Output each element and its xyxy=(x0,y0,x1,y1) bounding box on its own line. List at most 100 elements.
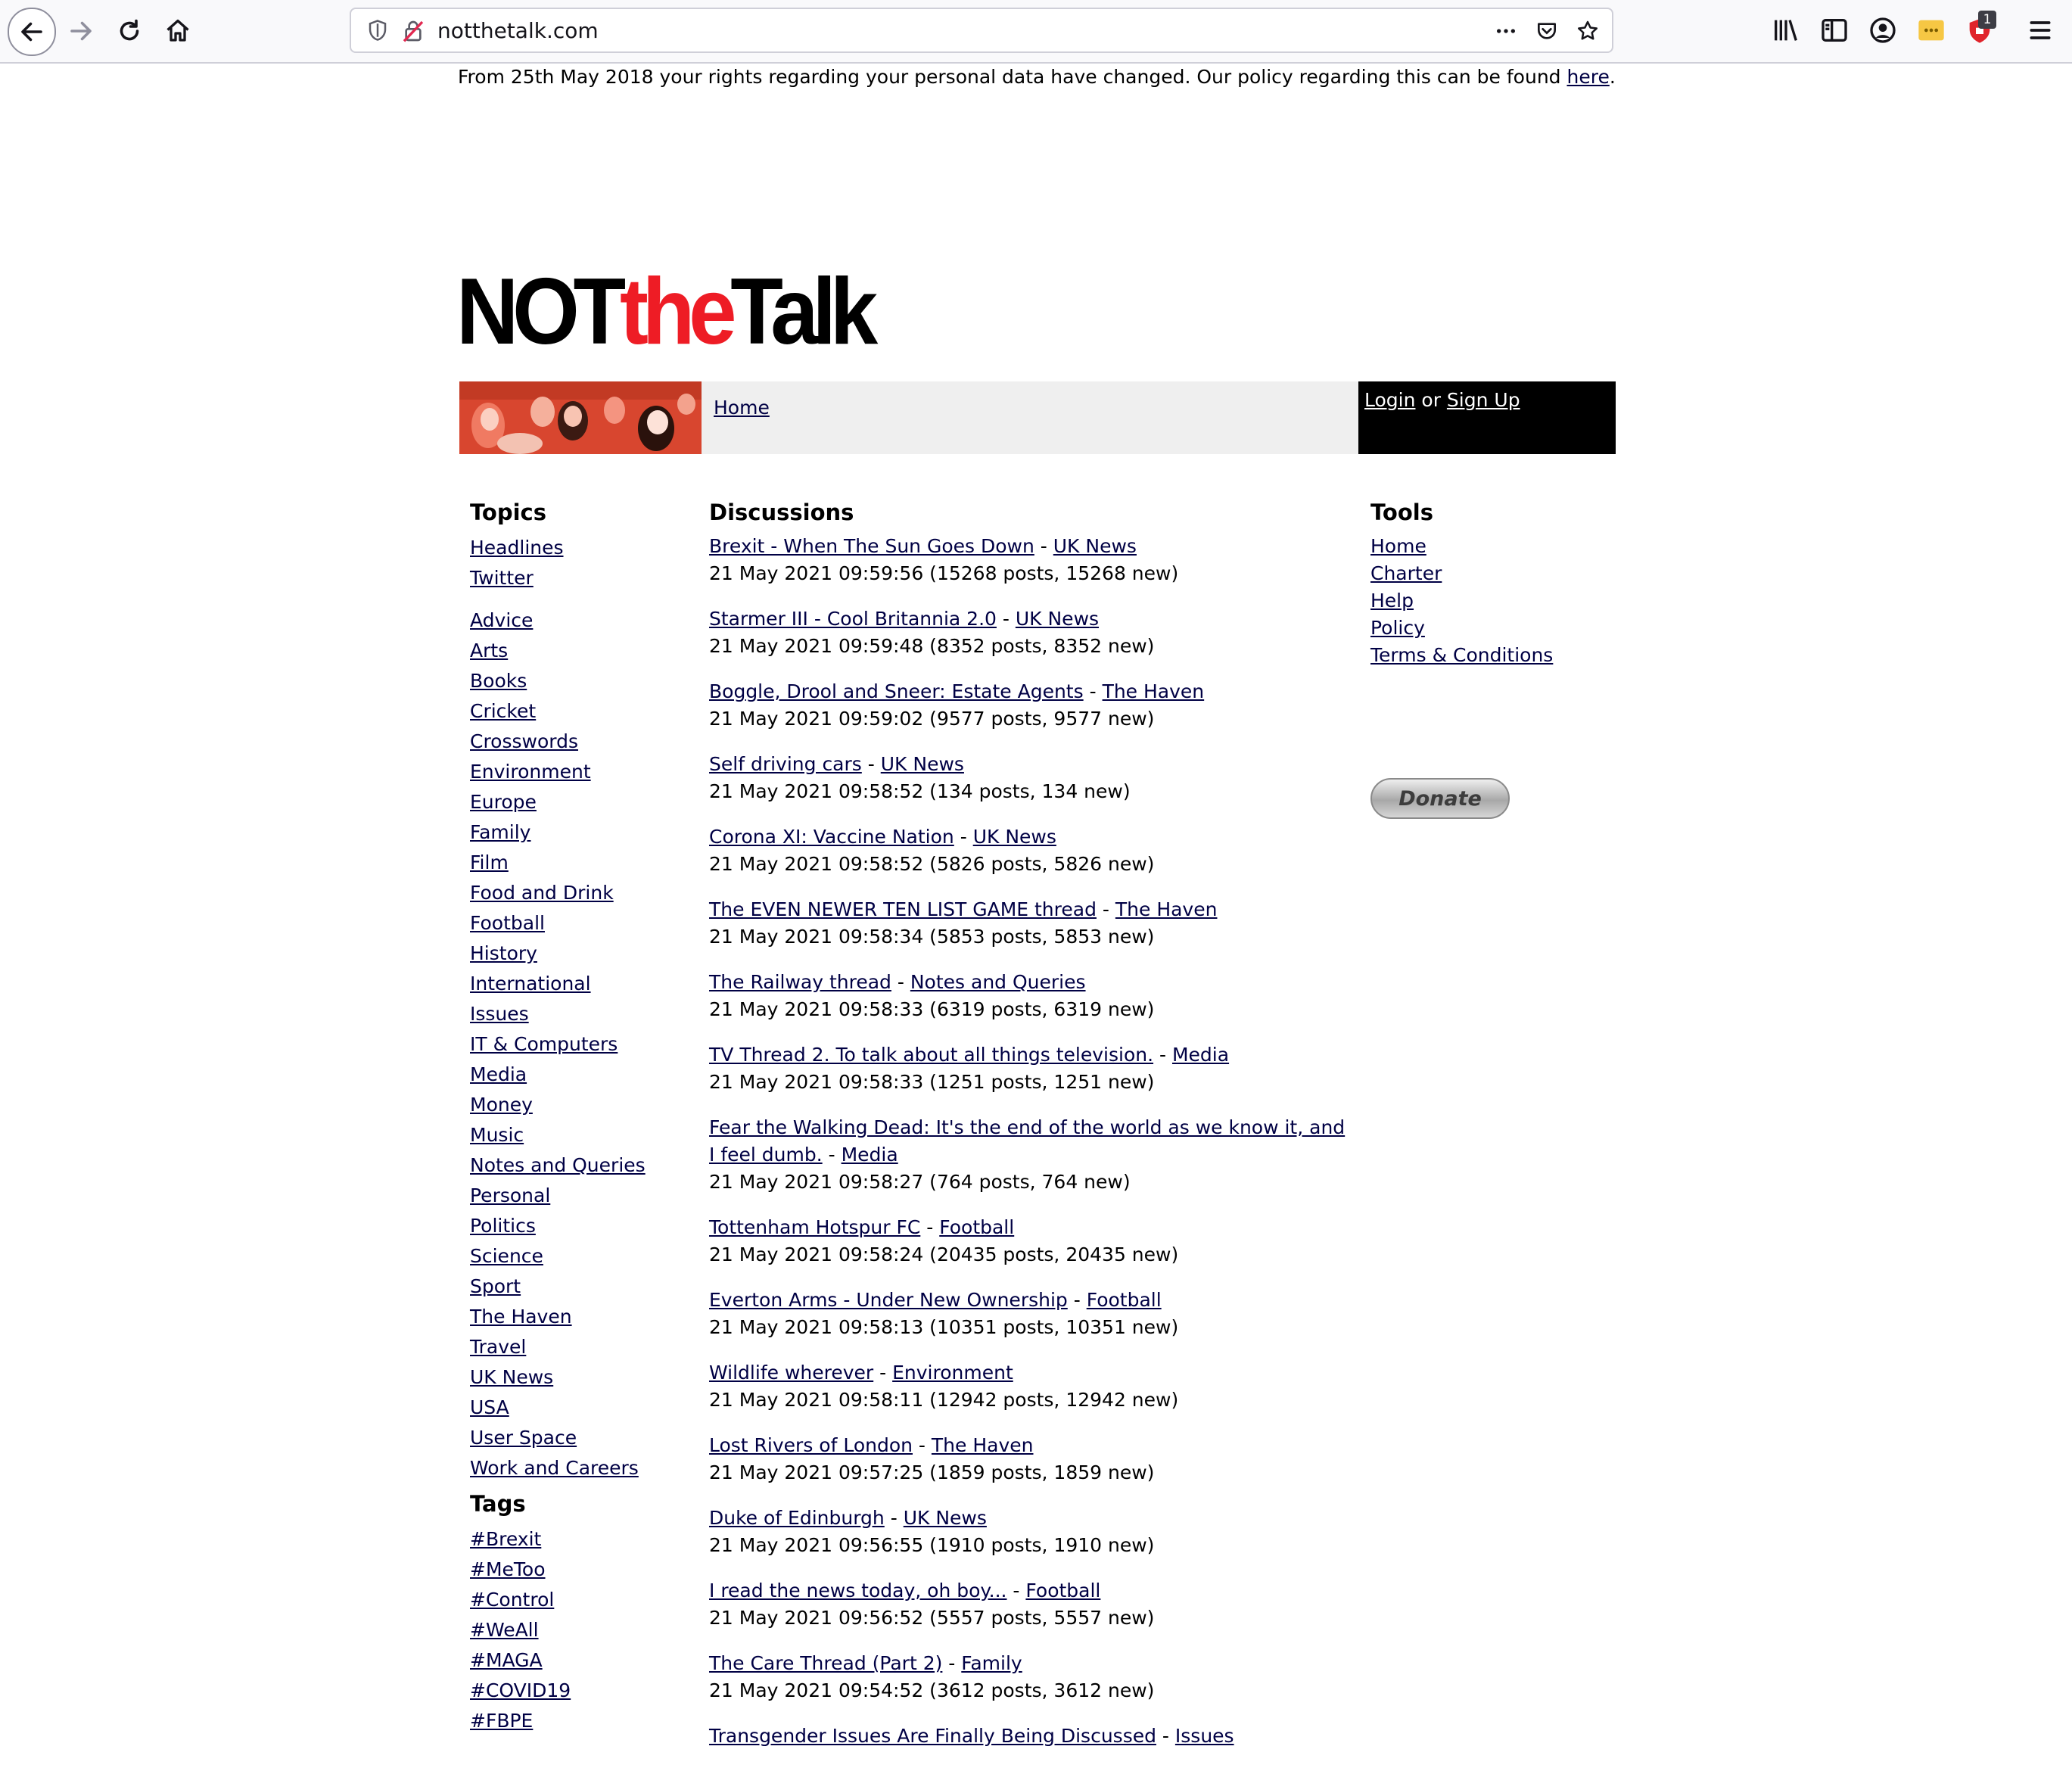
app-menu-button[interactable] xyxy=(2025,15,2055,45)
tool-link-help[interactable]: Help xyxy=(1370,590,1414,612)
discussion-topic-link[interactable]: UK News xyxy=(973,826,1056,848)
tool-link-home[interactable]: Home xyxy=(1370,535,1426,557)
tag-link-fbpe[interactable]: #FBPE xyxy=(470,1710,533,1732)
discussion-topic-link[interactable]: UK News xyxy=(904,1507,987,1529)
tag-link-metoo[interactable]: #MeToo xyxy=(470,1558,546,1580)
discussion-topic-link[interactable]: Media xyxy=(1172,1044,1229,1066)
insecure-lock-icon[interactable] xyxy=(401,19,425,43)
url-text[interactable]: notthetalk.com xyxy=(437,18,599,43)
topic-link-user-space[interactable]: User Space xyxy=(470,1427,577,1449)
topic-link-media[interactable]: Media xyxy=(470,1063,527,1085)
list-item: Europe xyxy=(470,787,697,817)
shield-icon[interactable] xyxy=(366,19,389,42)
discussion-title-link[interactable]: The Care Thread (Part 2) xyxy=(709,1652,942,1674)
tool-link-charter[interactable]: Charter xyxy=(1370,562,1442,584)
topic-link-europe[interactable]: Europe xyxy=(470,791,537,813)
discussion-title-link[interactable]: Transgender Issues Are Finally Being Dis… xyxy=(709,1725,1156,1747)
topic-link-football[interactable]: Football xyxy=(470,912,545,934)
account-button[interactable] xyxy=(1868,15,1898,45)
topic-link-family[interactable]: Family xyxy=(470,821,530,843)
discussion-topic-link[interactable]: Football xyxy=(939,1216,1014,1238)
tag-link-control[interactable]: #Control xyxy=(470,1589,554,1611)
password-manager-button[interactable] xyxy=(1916,15,1946,45)
topic-link-issues[interactable]: Issues xyxy=(470,1003,529,1025)
discussion-topic-link[interactable]: Environment xyxy=(892,1362,1013,1384)
topic-link-arts[interactable]: Arts xyxy=(470,640,508,661)
signup-link[interactable]: Sign Up xyxy=(1447,389,1520,411)
topic-link-music[interactable]: Music xyxy=(470,1124,524,1146)
topic-link-it-computers[interactable]: IT & Computers xyxy=(470,1033,618,1055)
tool-link-policy[interactable]: Policy xyxy=(1370,617,1425,639)
topic-link-money[interactable]: Money xyxy=(470,1094,533,1116)
discussion-title-link[interactable]: Duke of Edinburgh xyxy=(709,1507,885,1529)
discussion-topic-link[interactable]: Family xyxy=(961,1652,1022,1674)
topic-link-international[interactable]: International xyxy=(470,973,591,994)
tag-link-weall[interactable]: #WeAll xyxy=(470,1619,539,1641)
tag-link-maga[interactable]: #MAGA xyxy=(470,1649,543,1671)
discussion-topic-link[interactable]: UK News xyxy=(1016,608,1099,630)
topic-link-work-and-careers[interactable]: Work and Careers xyxy=(470,1457,639,1479)
address-bar[interactable]: notthetalk.com xyxy=(350,8,1613,53)
topic-link-sport[interactable]: Sport xyxy=(470,1275,521,1297)
topic-link-environment[interactable]: Environment xyxy=(470,761,591,783)
topic-link-the-haven[interactable]: The Haven xyxy=(470,1306,572,1328)
more-actions-icon[interactable] xyxy=(1494,19,1518,43)
topic-link-travel[interactable]: Travel xyxy=(470,1336,526,1358)
topic-link-twitter[interactable]: Twitter xyxy=(470,567,534,589)
site-logo[interactable]: NOTtheTalk xyxy=(456,265,908,359)
reload-button[interactable] xyxy=(106,8,153,54)
topic-link-headlines[interactable]: Headlines xyxy=(470,537,564,559)
topic-link-books[interactable]: Books xyxy=(470,670,527,692)
topic-link-crosswords[interactable]: Crosswords xyxy=(470,730,578,752)
topic-link-cricket[interactable]: Cricket xyxy=(470,700,536,722)
home-button[interactable] xyxy=(154,8,201,54)
discussion-title-link[interactable]: Fear the Walking Dead: It's the end of t… xyxy=(709,1116,1345,1166)
discussion-title-link[interactable]: Corona XI: Vaccine Nation xyxy=(709,826,954,848)
discussion-title-link[interactable]: Lost Rivers of London xyxy=(709,1434,913,1456)
tool-link-terms-conditions[interactable]: Terms & Conditions xyxy=(1370,644,1553,666)
discussion-topic-link[interactable]: The Haven xyxy=(1103,680,1205,702)
forward-button[interactable] xyxy=(58,8,104,54)
topic-link-uk-news[interactable]: UK News xyxy=(470,1366,553,1388)
pocket-icon[interactable] xyxy=(1535,19,1559,43)
discussion-topic-link[interactable]: The Haven xyxy=(932,1434,1034,1456)
discussion-title-link[interactable]: The EVEN NEWER TEN LIST GAME thread xyxy=(709,898,1097,920)
topic-link-science[interactable]: Science xyxy=(470,1245,543,1267)
topic-link-history[interactable]: History xyxy=(470,942,537,964)
discussion-topic-link[interactable]: Football xyxy=(1087,1289,1162,1311)
tag-link-covid19[interactable]: #COVID19 xyxy=(470,1679,571,1701)
sidebar-button[interactable] xyxy=(1819,15,1850,45)
discussion-title-link[interactable]: Starmer III - Cool Britannia 2.0 xyxy=(709,608,997,630)
breadcrumb-home-link[interactable]: Home xyxy=(714,397,770,419)
back-button[interactable] xyxy=(8,8,56,56)
topic-link-advice[interactable]: Advice xyxy=(470,609,533,631)
discussion-title-link[interactable]: TV Thread 2. To talk about all things te… xyxy=(709,1044,1153,1066)
discussion-title-link[interactable]: I read the news today, oh boy... xyxy=(709,1580,1006,1601)
discussion-topic-link[interactable]: UK News xyxy=(1053,535,1137,557)
topic-link-film[interactable]: Film xyxy=(470,851,509,873)
topic-link-usa[interactable]: USA xyxy=(470,1396,509,1418)
topic-link-personal[interactable]: Personal xyxy=(470,1184,550,1206)
bookmark-star-icon[interactable] xyxy=(1576,19,1600,43)
library-button[interactable] xyxy=(1771,15,1801,45)
discussion-topic-link[interactable]: The Haven xyxy=(1115,898,1218,920)
discussion-title-link[interactable]: The Railway thread xyxy=(709,971,891,993)
discussion-title-link[interactable]: Wildlife wherever xyxy=(709,1362,873,1384)
discussion-topic-link[interactable]: Issues xyxy=(1175,1725,1234,1747)
discussion-title-link[interactable]: Everton Arms - Under New Ownership xyxy=(709,1289,1068,1311)
discussion-title-link[interactable]: Tottenham Hotspur FC xyxy=(709,1216,920,1238)
discussion-title-link[interactable]: Boggle, Drool and Sneer: Estate Agents xyxy=(709,680,1084,702)
tag-link-brexit[interactable]: #Brexit xyxy=(470,1528,541,1550)
topic-link-notes-and-queries[interactable]: Notes and Queries xyxy=(470,1154,646,1176)
discussion-title-link[interactable]: Self driving cars xyxy=(709,753,862,775)
discussion-topic-link[interactable]: Football xyxy=(1025,1580,1100,1601)
discussion-topic-link[interactable]: Media xyxy=(842,1144,898,1166)
topic-link-politics[interactable]: Politics xyxy=(470,1215,536,1237)
discussion-topic-link[interactable]: UK News xyxy=(881,753,964,775)
topic-link-food-and-drink[interactable]: Food and Drink xyxy=(470,882,614,904)
donate-button[interactable]: Donate xyxy=(1370,778,1510,819)
login-link[interactable]: Login xyxy=(1364,389,1415,411)
discussion-topic-link[interactable]: Notes and Queries xyxy=(910,971,1086,993)
discussion-title-link[interactable]: Brexit - When The Sun Goes Down xyxy=(709,535,1034,557)
privacy-policy-link[interactable]: here xyxy=(1566,66,1609,88)
